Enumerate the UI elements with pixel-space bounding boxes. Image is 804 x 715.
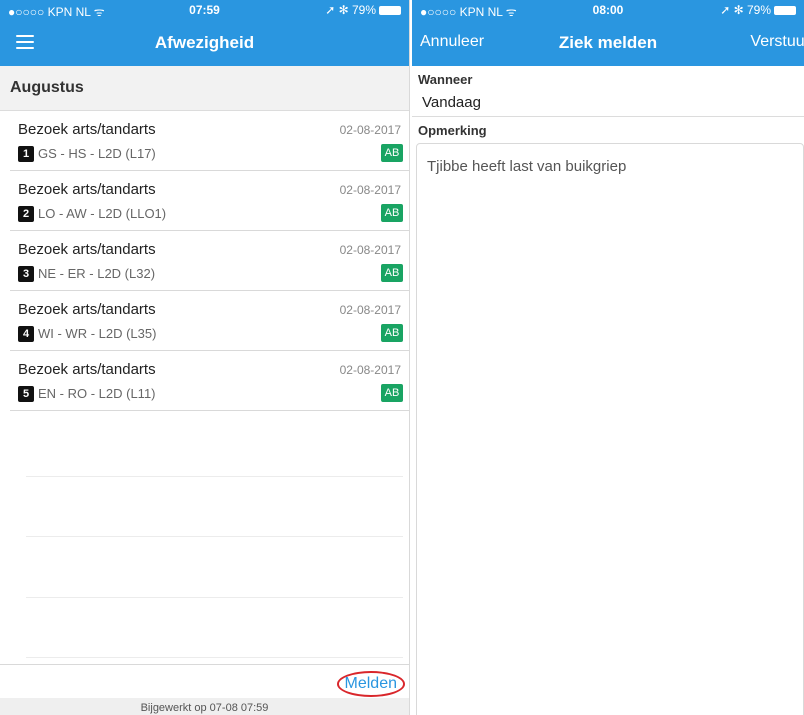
send-button[interactable]: Verstuur xyxy=(750,33,804,51)
item-date: 02-08-2017 xyxy=(339,243,401,257)
page-title: Afwezigheid xyxy=(154,33,255,52)
item-date: 02-08-2017 xyxy=(339,183,401,197)
item-subtitle: 3 NE - ER - L2D (L32) xyxy=(18,266,155,282)
page-title: Ziek melden xyxy=(558,33,658,52)
absence-screen: ●○○○○ KPN NL ᯤ 07:59 ➚ ✻ 79% Afwezigheid… xyxy=(0,0,410,715)
status-badge: AB xyxy=(381,324,403,342)
item-title: Bezoek arts/tandarts xyxy=(18,361,156,378)
bottom-toolbar: Melden xyxy=(0,664,409,698)
status-badge: AB xyxy=(381,144,403,162)
battery-icon xyxy=(774,6,796,15)
list-item[interactable]: Bezoek arts/tandarts 02-08-2017 2 LO - AW… xyxy=(10,171,409,231)
empty-row-divider xyxy=(26,476,403,477)
item-subtitle: 1 GS - HS - L2D (L17) xyxy=(18,146,156,162)
battery-icon xyxy=(379,6,401,15)
item-title: Bezoek arts/tandarts xyxy=(18,241,156,258)
status-badge: AB xyxy=(381,384,403,402)
status-badge: AB xyxy=(381,264,403,282)
lesson-number-badge: 1 xyxy=(18,146,34,162)
item-subtitle: 2 LO - AW - L2D (LLO1) xyxy=(18,206,166,222)
item-title: Bezoek arts/tandarts xyxy=(18,301,156,318)
absence-list: Bezoek arts/tandarts 02-08-2017 1 GS - HS… xyxy=(0,111,409,411)
item-title: Bezoek arts/tandarts xyxy=(18,181,156,198)
remark-textarea[interactable]: Tjibbe heeft last van buikgriep xyxy=(416,143,804,715)
battery-indicator: ➚ ✻ 79% xyxy=(325,3,401,17)
item-date: 02-08-2017 xyxy=(339,363,401,377)
when-label: Wanneer xyxy=(418,72,473,87)
item-date: 02-08-2017 xyxy=(339,303,401,317)
report-sick-screen: ●○○○○ KPN NL ᯤ 08:00 ➚ ✻ 79% Annuleer Zi… xyxy=(412,0,804,715)
list-item[interactable]: Bezoek arts/tandarts 02-08-2017 4 WI - WR… xyxy=(10,291,409,351)
status-badge: AB xyxy=(381,204,403,222)
item-date: 02-08-2017 xyxy=(339,123,401,137)
empty-row-divider xyxy=(26,597,403,598)
lesson-number-badge: 2 xyxy=(18,206,34,222)
nav-bar: Annuleer Ziek melden Verstuur xyxy=(412,20,804,66)
last-updated-label: Bijgewerkt op 07-08 07:59 xyxy=(0,698,409,715)
melden-button[interactable]: Melden xyxy=(336,671,405,697)
empty-row-divider xyxy=(26,657,403,658)
status-bar: ●○○○○ KPN NL ᯤ 08:00 ➚ ✻ 79% xyxy=(412,0,804,20)
item-title: Bezoek arts/tandarts xyxy=(18,121,156,138)
battery-indicator: ➚ ✻ 79% xyxy=(720,3,796,17)
lesson-number-badge: 3 xyxy=(18,266,34,282)
item-subtitle: 4 WI - WR - L2D (L35) xyxy=(18,326,156,342)
empty-row-divider xyxy=(26,536,403,537)
list-item[interactable]: Bezoek arts/tandarts 02-08-2017 5 EN - RO… xyxy=(10,351,409,411)
lesson-number-badge: 5 xyxy=(18,386,34,402)
status-bar: ●○○○○ KPN NL ᯤ 07:59 ➚ ✻ 79% xyxy=(0,0,409,20)
when-picker[interactable]: Vandaag xyxy=(412,88,804,117)
list-item[interactable]: Bezoek arts/tandarts 02-08-2017 1 GS - HS… xyxy=(10,111,409,171)
item-subtitle: 5 EN - RO - L2D (L11) xyxy=(18,386,156,402)
lesson-number-badge: 4 xyxy=(18,326,34,342)
remark-label: Opmerking xyxy=(418,123,487,138)
section-header-month: Augustus xyxy=(0,66,409,111)
nav-bar: Afwezigheid xyxy=(0,20,409,66)
list-item[interactable]: Bezoek arts/tandarts 02-08-2017 3 NE - ER… xyxy=(10,231,409,291)
